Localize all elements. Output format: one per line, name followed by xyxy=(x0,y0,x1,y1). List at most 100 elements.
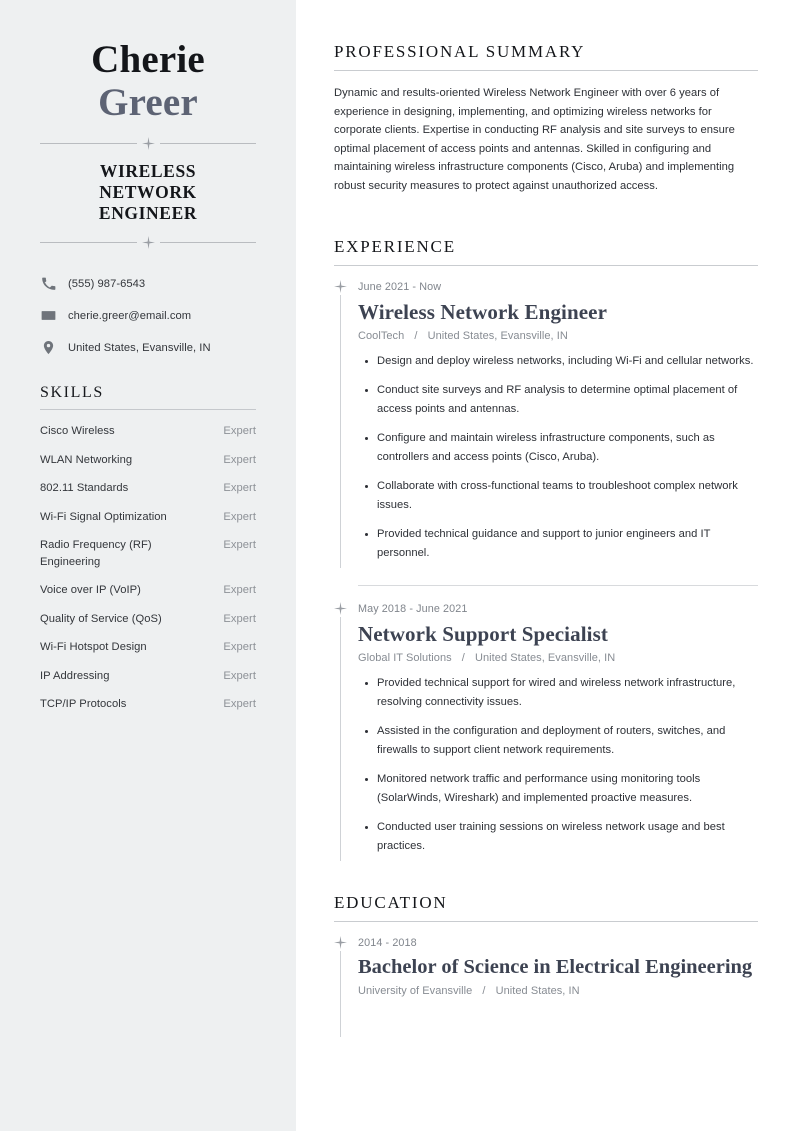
skill-item: Wi-Fi Signal Optimization Expert xyxy=(40,509,256,526)
experience-entry-divider xyxy=(358,585,758,587)
skills-list: Cisco Wireless Expert WLAN Networking Ex… xyxy=(40,423,256,713)
skill-level: Expert xyxy=(223,698,256,710)
four-point-star-icon xyxy=(141,236,155,249)
resume-page: Cherie Greer WIRELESS NETWORK ENGINEER (… xyxy=(0,0,800,1131)
ornament-divider-bottom xyxy=(40,236,256,249)
four-point-star-icon xyxy=(141,137,155,150)
contact-item-phone[interactable]: (555) 987-6543 xyxy=(40,275,256,292)
skill-level: Expert xyxy=(223,669,256,682)
timeline-marker xyxy=(334,601,358,862)
education-timeline: 2014 - 2018 Bachelor of Science in Elect… xyxy=(334,935,758,1038)
skill-item: Quality of Service (QoS) Expert xyxy=(40,611,256,628)
section-professional-summary: PROFESSIONAL SUMMARY Dynamic and results… xyxy=(334,42,758,196)
experience-company: CoolTech xyxy=(358,329,405,342)
skill-name: Radio Frequency (RF) Engineering xyxy=(40,539,152,568)
skill-name: Wi-Fi Signal Optimization xyxy=(40,510,167,523)
contact-value-phone: (555) 987-6543 xyxy=(68,277,146,290)
skill-item: TCP/IP Protocols Expert xyxy=(40,696,256,713)
divider-line-right xyxy=(159,143,256,144)
experience-date: May 2018 - June 2021 xyxy=(358,603,468,616)
skill-name: Voice over IP (VoIP) xyxy=(40,584,141,596)
skill-name: Wi-Fi Hotspot Design xyxy=(40,641,147,653)
headline: WIRELESS NETWORK ENGINEER xyxy=(40,161,256,224)
contact-item-email[interactable]: cherie.greer@email.com xyxy=(40,307,256,324)
experience-bullets: Design and deploy wireless networks, inc… xyxy=(358,352,758,563)
divider-line-left xyxy=(40,242,137,243)
bullet-item: Design and deploy wireless networks, inc… xyxy=(365,352,758,371)
envelope-icon xyxy=(40,307,57,324)
skill-name: 802.11 Standards xyxy=(40,482,129,494)
section-experience: EXPERIENCE June 2021 - Now Wireless Netw… xyxy=(334,236,758,862)
headline-line-3: ENGINEER xyxy=(98,203,198,223)
experience-entry-body: May 2018 - June 2021 Network Support Spe… xyxy=(358,601,758,859)
skill-item: Radio Frequency (RF) Engineering Expert xyxy=(40,537,256,570)
timeline-marker xyxy=(334,279,358,569)
divider-line-left xyxy=(40,143,137,144)
skill-level: Expert xyxy=(223,482,256,494)
skill-item: Wi-Fi Hotspot Design Expert xyxy=(40,639,256,656)
ornament-divider-top xyxy=(40,137,256,150)
education-degree: Bachelor of Science in Electrical Engine… xyxy=(358,956,753,979)
education-location: United States, IN xyxy=(495,985,580,998)
bullet-item: Conducted user training sessions on wire… xyxy=(365,818,758,855)
education-entry: 2014 - 2018 Bachelor of Science in Elect… xyxy=(334,935,758,1038)
experience-entry: May 2018 - June 2021 Network Support Spe… xyxy=(334,601,758,862)
experience-job-title: Network Support Specialist xyxy=(358,622,608,647)
bullet-item: Provided technical guidance and support … xyxy=(365,525,758,562)
headline-line-1: WIRELESS xyxy=(99,161,197,181)
last-name: Greer xyxy=(98,81,198,124)
education-section-title: EDUCATION xyxy=(334,893,448,913)
bullet-item: Collaborate with cross-functional teams … xyxy=(365,477,758,514)
skill-item: WLAN Networking Expert xyxy=(40,452,256,469)
skill-level: Expert xyxy=(223,453,256,466)
skill-item: 802.11 Standards Expert xyxy=(40,480,256,497)
divider-line-right xyxy=(159,242,256,243)
headline-line-2: NETWORK xyxy=(99,182,197,202)
contact-value-email: cherie.greer@email.com xyxy=(68,309,192,322)
four-point-star-icon xyxy=(334,936,347,950)
first-name: Cherie xyxy=(91,38,205,81)
timeline-rail xyxy=(340,617,341,862)
four-point-star-icon xyxy=(334,602,347,616)
experience-entry-body: June 2021 - Now Wireless Network Enginee… xyxy=(358,279,758,567)
experience-job-title: Wireless Network Engineer xyxy=(358,299,608,324)
experience-location: United States, Evansville, IN xyxy=(427,329,568,342)
skill-level: Expert xyxy=(223,641,256,653)
sidebar: Cherie Greer WIRELESS NETWORK ENGINEER (… xyxy=(0,0,296,1131)
skill-name: Quality of Service (QoS) xyxy=(40,612,162,625)
summary-section-title: PROFESSIONAL SUMMARY xyxy=(334,42,586,61)
education-date: 2014 - 2018 xyxy=(358,937,417,950)
skill-item: Voice over IP (VoIP) Expert xyxy=(40,582,256,599)
experience-timeline: June 2021 - Now Wireless Network Enginee… xyxy=(334,279,758,862)
section-education: EDUCATION 2014 - 2018 Bachelor of Scienc… xyxy=(334,893,758,1038)
timeline-rail xyxy=(340,294,341,569)
summary-text: Dynamic and results-oriented Wireless Ne… xyxy=(334,87,735,192)
experience-date: June 2021 - Now xyxy=(358,280,442,293)
experience-section-title: EXPERIENCE xyxy=(334,236,456,256)
skill-item: IP Addressing Expert xyxy=(40,668,256,685)
skill-name: TCP/IP Protocols xyxy=(40,698,127,710)
education-school: University of Evansville xyxy=(358,985,473,998)
experience-company: Global IT Solutions xyxy=(358,652,452,665)
education-entry-body: 2014 - 2018 Bachelor of Science in Elect… xyxy=(358,935,758,1035)
skill-name: IP Addressing xyxy=(40,669,110,682)
timeline-marker xyxy=(334,935,358,1038)
skill-level: Expert xyxy=(223,425,256,437)
skill-level: Expert xyxy=(223,584,256,596)
contact-list: (555) 987-6543 cherie.greer@email.com Un… xyxy=(40,275,256,356)
skill-name: WLAN Networking xyxy=(40,453,133,466)
phone-icon xyxy=(40,275,57,292)
experience-entry: June 2021 - Now Wireless Network Enginee… xyxy=(334,279,758,569)
contact-item-location[interactable]: United States, Evansville, IN xyxy=(40,339,256,356)
bullet-item: Configure and maintain wireless infrastr… xyxy=(365,429,758,466)
meta-separator: / xyxy=(414,329,418,342)
experience-location: United States, Evansville, IN xyxy=(475,652,616,665)
bullet-item: Assisted in the configuration and deploy… xyxy=(365,722,758,759)
bullet-item: Monitored network traffic and performanc… xyxy=(365,770,758,807)
skills-section-title: SKILLS xyxy=(40,384,104,401)
timeline-rail xyxy=(340,951,341,1038)
experience-bullets: Provided technical support for wired and… xyxy=(358,674,758,855)
education-title-rule xyxy=(334,921,758,923)
